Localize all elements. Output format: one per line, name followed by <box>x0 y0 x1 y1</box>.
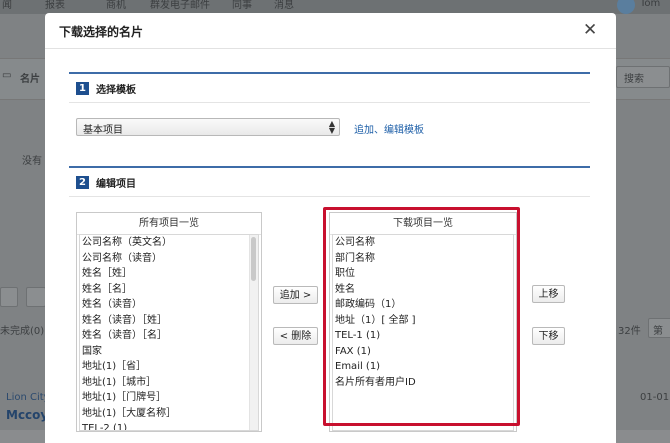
list-item[interactable]: 姓名（读音）［姓］ <box>80 313 258 329</box>
template-select[interactable]: 基本项目 ▲ ▼ <box>76 118 340 136</box>
bg-row-date: 01-01 <box>640 392 670 403</box>
move-down-button[interactable]: 下移 <box>532 327 565 345</box>
remove-item-button[interactable]: < 删除 <box>273 327 318 345</box>
section-title: 选择模板 <box>96 85 136 96</box>
close-icon[interactable]: ✕ <box>583 20 597 40</box>
list-item[interactable]: 公司名称（英文名） <box>80 235 258 251</box>
scrollbar-thumb[interactable] <box>251 237 256 281</box>
template-select-value: 基本项目 <box>83 125 123 136</box>
list-item[interactable]: 地址(1)［省］ <box>80 359 258 375</box>
scrollbar[interactable] <box>249 235 258 430</box>
list-item[interactable]: 姓名（读音）［名］ <box>80 328 258 344</box>
list-item[interactable]: 地址(1)［大厦名称］ <box>80 406 258 422</box>
bg-username: Tom <box>640 0 661 9</box>
bg-button <box>26 287 46 307</box>
bg-page-label: 第 <box>653 326 663 337</box>
all-items-listbox[interactable]: 公司名称（英文名） 公司名称（读音） 姓名［姓］ 姓名［名］ 姓名（读音） 姓名（读音）［… <box>79 234 259 431</box>
bg-nav-item: 群发电子邮件 <box>150 0 210 11</box>
list-item[interactable]: 姓名（读音） <box>80 297 258 313</box>
section-edit-items: 2 编辑项目 <box>69 166 590 197</box>
bg-status-left: 未完成(0) <box>0 326 45 337</box>
bg-nav-item: 商机 <box>106 0 126 11</box>
list-item[interactable]: 公司名称（读音） <box>80 251 258 267</box>
list-item[interactable]: 地址(1)［城市］ <box>80 375 258 391</box>
highlight-frame <box>323 207 520 426</box>
bg-empty-text: 没有 <box>22 156 42 167</box>
bg-status-right: 32件 <box>618 326 641 337</box>
bg-search-label: 搜索 <box>624 74 644 85</box>
card-icon: ▭ <box>2 70 12 81</box>
select-arrows-icon: ▲ ▼ <box>328 119 335 135</box>
all-items-list: 所有项目一览 公司名称（英文名） 公司名称（读音） 姓名［姓］ 姓名［名］ 姓名（读音）… <box>76 212 262 432</box>
list-item[interactable]: 姓名［名］ <box>80 282 258 298</box>
bg-row-city: Lion City <box>6 392 50 403</box>
list-item[interactable]: 地址(1)［门牌号］ <box>80 390 258 406</box>
section-number: 2 <box>76 176 89 189</box>
dialog-title: 下载选择的名片 <box>59 25 144 39</box>
section-number: 1 <box>76 82 89 95</box>
bg-nav-item: 消息 <box>274 0 294 11</box>
add-item-button[interactable]: 追加 > <box>273 286 318 304</box>
all-items-header: 所有项目一览 <box>77 213 261 235</box>
dialog-header: 下载选择的名片 ✕ <box>45 13 616 49</box>
list-item[interactable]: 姓名［姓］ <box>80 266 258 282</box>
section-title: 编辑项目 <box>96 179 136 190</box>
move-up-button[interactable]: 上移 <box>532 285 565 303</box>
edit-template-link[interactable]: 追加、编辑模板 <box>354 121 424 136</box>
list-item[interactable]: 国家 <box>80 344 258 360</box>
bg-nav-item: 报表 <box>45 0 65 11</box>
bg-section-label: 名片 <box>20 74 40 85</box>
bg-nav-item: 闻 <box>2 0 12 11</box>
bg-nav-item: 同事 <box>232 0 252 11</box>
bg-button <box>0 287 18 307</box>
background-top-nav <box>0 0 670 14</box>
bg-row-name: Mccoy <box>6 408 49 422</box>
section-select-template: 1 选择模板 <box>69 72 590 103</box>
